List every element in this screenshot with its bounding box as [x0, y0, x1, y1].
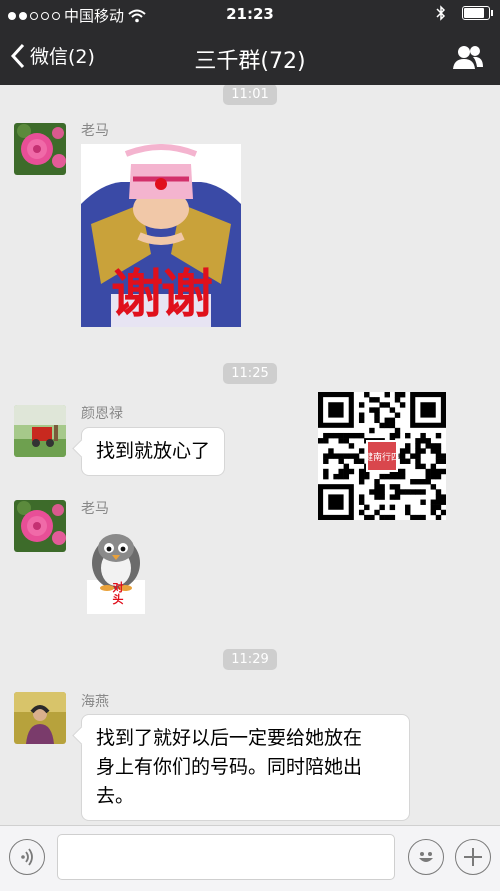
- message-text: 找到就放心了: [96, 440, 211, 462]
- avatar[interactable]: [14, 500, 66, 552]
- plus-icon: [464, 848, 482, 866]
- timestamp: 11:25: [0, 362, 500, 384]
- battery-fill: [464, 8, 484, 18]
- sticker-image[interactable]: 谢谢: [81, 144, 241, 327]
- chat-title: 三千群(72): [194, 49, 306, 74]
- sender-name: 老马: [81, 123, 109, 139]
- message-text-line: 身上有你们的号码。同时陪她出: [96, 756, 363, 778]
- avatar[interactable]: [14, 123, 66, 175]
- avatar[interactable]: [14, 692, 66, 744]
- message-text-line: 去。: [96, 785, 135, 807]
- more-button[interactable]: [455, 839, 491, 875]
- bluetooth-icon: [436, 5, 446, 21]
- sticker-text: 谢谢: [110, 264, 213, 325]
- emoji-button[interactable]: [408, 839, 444, 875]
- status-time: 21:23: [226, 5, 274, 23]
- timestamp: 11:29: [0, 648, 500, 670]
- qr-code[interactable]: 健南行四: [318, 392, 447, 521]
- sender-name: 海燕: [81, 694, 109, 710]
- voice-icon: [21, 848, 33, 866]
- message-bubble[interactable]: 找到了就好以后一定要给她放在 身上有你们的号码。同时陪她出 去。: [81, 714, 410, 821]
- sender-name: 老马: [81, 501, 109, 517]
- status-bar: 中国移动 21:23: [0, 0, 500, 30]
- svg-text:健南行四: 健南行四: [364, 451, 400, 463]
- sticker-caption: 对头: [112, 581, 124, 606]
- chat-header: 微信(2) 三千群(72): [0, 30, 500, 85]
- emoji-icon: [419, 852, 433, 862]
- avatar[interactable]: [14, 405, 66, 457]
- voice-button[interactable]: [9, 839, 45, 875]
- input-bar: [0, 825, 500, 891]
- group-members-icon[interactable]: [452, 44, 484, 70]
- chat-messages[interactable]: 11:01 老马 谢谢 11:25 颜恩禄 找到就放心了 健南行四 老马 对头 …: [0, 85, 500, 825]
- message-text-line: 找到了就好以后一定要给她放在: [96, 727, 363, 749]
- sticker-image[interactable]: 对头: [81, 518, 151, 614]
- message-bubble[interactable]: 找到就放心了: [81, 427, 226, 476]
- battery-icon: [462, 6, 493, 20]
- message-input[interactable]: [57, 834, 395, 880]
- sender-name: 颜恩禄: [81, 406, 123, 422]
- timestamp: 11:01: [0, 85, 500, 105]
